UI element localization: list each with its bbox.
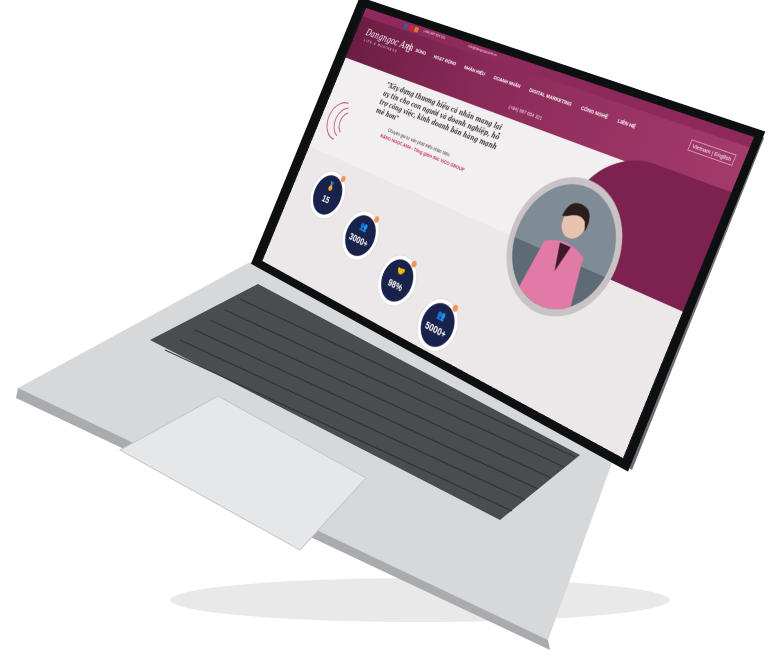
instagram-icon[interactable]: [413, 26, 420, 33]
nav-item-digital-marketing[interactable]: DIGITAL MARKETING: [528, 87, 573, 108]
nav-item-song[interactable]: SỐNG: [415, 47, 428, 56]
laptop-mockup: (+84) 987 654 321 info@dangngocanh.vn Da…: [0, 0, 773, 656]
nav-item-doanh-nhan[interactable]: DOANH NHÂN: [493, 74, 522, 89]
nav-item-lien-he[interactable]: LIÊN HỆ: [617, 117, 637, 129]
nav-item-hoat-dong[interactable]: HOẠT ĐỘNG: [433, 54, 457, 67]
stat-dot: [410, 259, 418, 269]
stat-students: 👥 5000+: [414, 296, 461, 354]
stat-dot: [373, 215, 381, 224]
stat-years: 🏅 15: [307, 170, 348, 220]
stat-satisfaction: 🤝 98%: [375, 253, 420, 308]
stat-clients: 👥 3000+: [339, 210, 382, 262]
stat-dot: [339, 175, 347, 184]
nav-item-cong-nghe[interactable]: CÔNG NGHỆ: [580, 105, 609, 121]
nav-item-nhan-hieu[interactable]: NHÂN HIỆU: [463, 64, 486, 77]
stat-dot: [451, 303, 460, 313]
language-switcher[interactable]: Vietnam | English: [687, 139, 737, 166]
